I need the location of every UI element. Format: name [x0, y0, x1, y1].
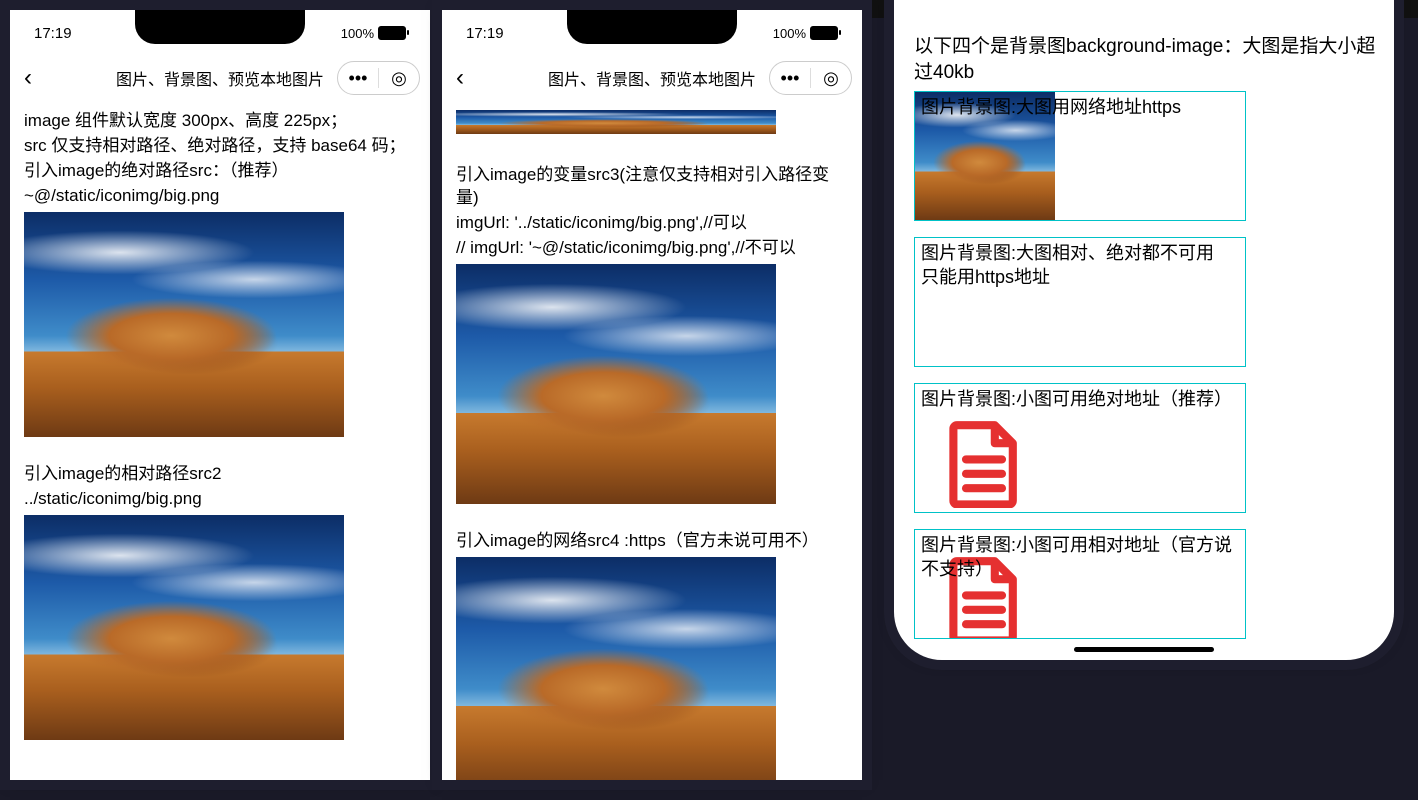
demo-image-variable [456, 264, 776, 504]
bg-box-label: 图片背景图:大图相对、绝对都不可用 只能用https地址 [915, 238, 1245, 289]
device-notch [567, 10, 737, 44]
phone-preview-3: 以下四个是背景图background-image：大图是指大小超过40kb 图片… [894, 0, 1394, 660]
battery-icon [810, 26, 838, 40]
document-icon [939, 418, 1029, 508]
nav-bar: ‹ 图片、背景图、预览本地图片 ••• ◎ [442, 56, 862, 100]
text-line: ~@/static/iconimg/big.png [24, 185, 416, 208]
back-icon[interactable]: ‹ [456, 66, 464, 90]
text-line: image 组件默认宽度 300px、高度 225px； [24, 110, 416, 133]
back-icon[interactable]: ‹ [24, 66, 32, 90]
device-notch [135, 10, 305, 44]
bg-box-small-absolute: 图片背景图:小图可用绝对地址（推荐） [914, 383, 1246, 513]
demo-image-absolute [24, 212, 344, 437]
text-line: src 仅支持相对路径、绝对路径，支持 base64 码； [24, 135, 416, 158]
text-line: 引入image的网络src4 :https（官方未说可用不） [456, 530, 848, 553]
text-line: 引入image的相对路径src2 [24, 463, 416, 486]
close-target-icon[interactable]: ◎ [811, 68, 851, 89]
bg-box-label: 图片背景图:小图可用绝对地址（推荐） [915, 384, 1245, 411]
more-icon[interactable]: ••• [338, 68, 378, 89]
miniapp-capsule: ••• ◎ [337, 61, 420, 95]
bg-box-label: 图片背景图:小图可用相对地址（官方说不支持） [915, 530, 1245, 581]
bg-box-label-line: 只能用https地址 [921, 267, 1050, 287]
bg-box-large-local: 图片背景图:大图相对、绝对都不可用 只能用https地址 [914, 237, 1246, 367]
bg-box-label-line: 图片背景图:大图相对、绝对都不可用 [921, 243, 1214, 263]
page-title: 图片、背景图、预览本地图片 [548, 66, 756, 90]
text-line: 引入image的绝对路径src：（推荐） [24, 160, 416, 183]
demo-image-network [456, 557, 776, 780]
page-title: 图片、背景图、预览本地图片 [116, 66, 324, 90]
demo-image-relative [24, 515, 344, 740]
status-time: 17:19 [466, 25, 504, 42]
page-content: image 组件默认宽度 300px、高度 225px； src 仅支持相对路径… [10, 100, 430, 780]
text-line: ../static/iconimg/big.png [24, 488, 416, 511]
bg-box-large-https: 图片背景图:大图用网络地址https [914, 91, 1246, 221]
text-line: // imgUrl: '~@/static/iconimg/big.png',/… [456, 237, 848, 260]
bg-box-small-relative: 图片背景图:小图可用相对地址（官方说不支持） [914, 529, 1246, 639]
status-time: 17:19 [34, 25, 72, 42]
phone-preview-1: 17:19 100% ‹ 图片、背景图、预览本地图片 ••• ◎ image 组… [10, 10, 430, 780]
home-indicator [1074, 647, 1214, 652]
more-icon[interactable]: ••• [770, 68, 810, 89]
close-target-icon[interactable]: ◎ [379, 68, 419, 89]
page-content: 引入image的变量src3(注意仅支持相对引入路径变量) imgUrl: '.… [442, 100, 862, 780]
text-line: 引入image的变量src3(注意仅支持相对引入路径变量) [456, 164, 848, 210]
phone-preview-2: 17:19 100% ‹ 图片、背景图、预览本地图片 ••• ◎ 引入image… [442, 10, 862, 780]
nav-bar: ‹ 图片、背景图、预览本地图片 ••• ◎ [10, 56, 430, 100]
battery-icon [378, 26, 406, 40]
bg-intro-text: 以下四个是背景图background-image：大图是指大小超过40kb [914, 34, 1384, 85]
status-battery-pct: 100% [341, 26, 374, 41]
demo-image-strip [456, 110, 776, 134]
text-line: imgUrl: '../static/iconimg/big.png',//可以 [456, 212, 848, 235]
bg-box-label: 图片背景图:大图用网络地址https [915, 92, 1245, 119]
status-battery-pct: 100% [773, 26, 806, 41]
miniapp-capsule: ••• ◎ [769, 61, 852, 95]
page-content: 以下四个是背景图background-image：大图是指大小超过40kb 图片… [894, 0, 1394, 660]
